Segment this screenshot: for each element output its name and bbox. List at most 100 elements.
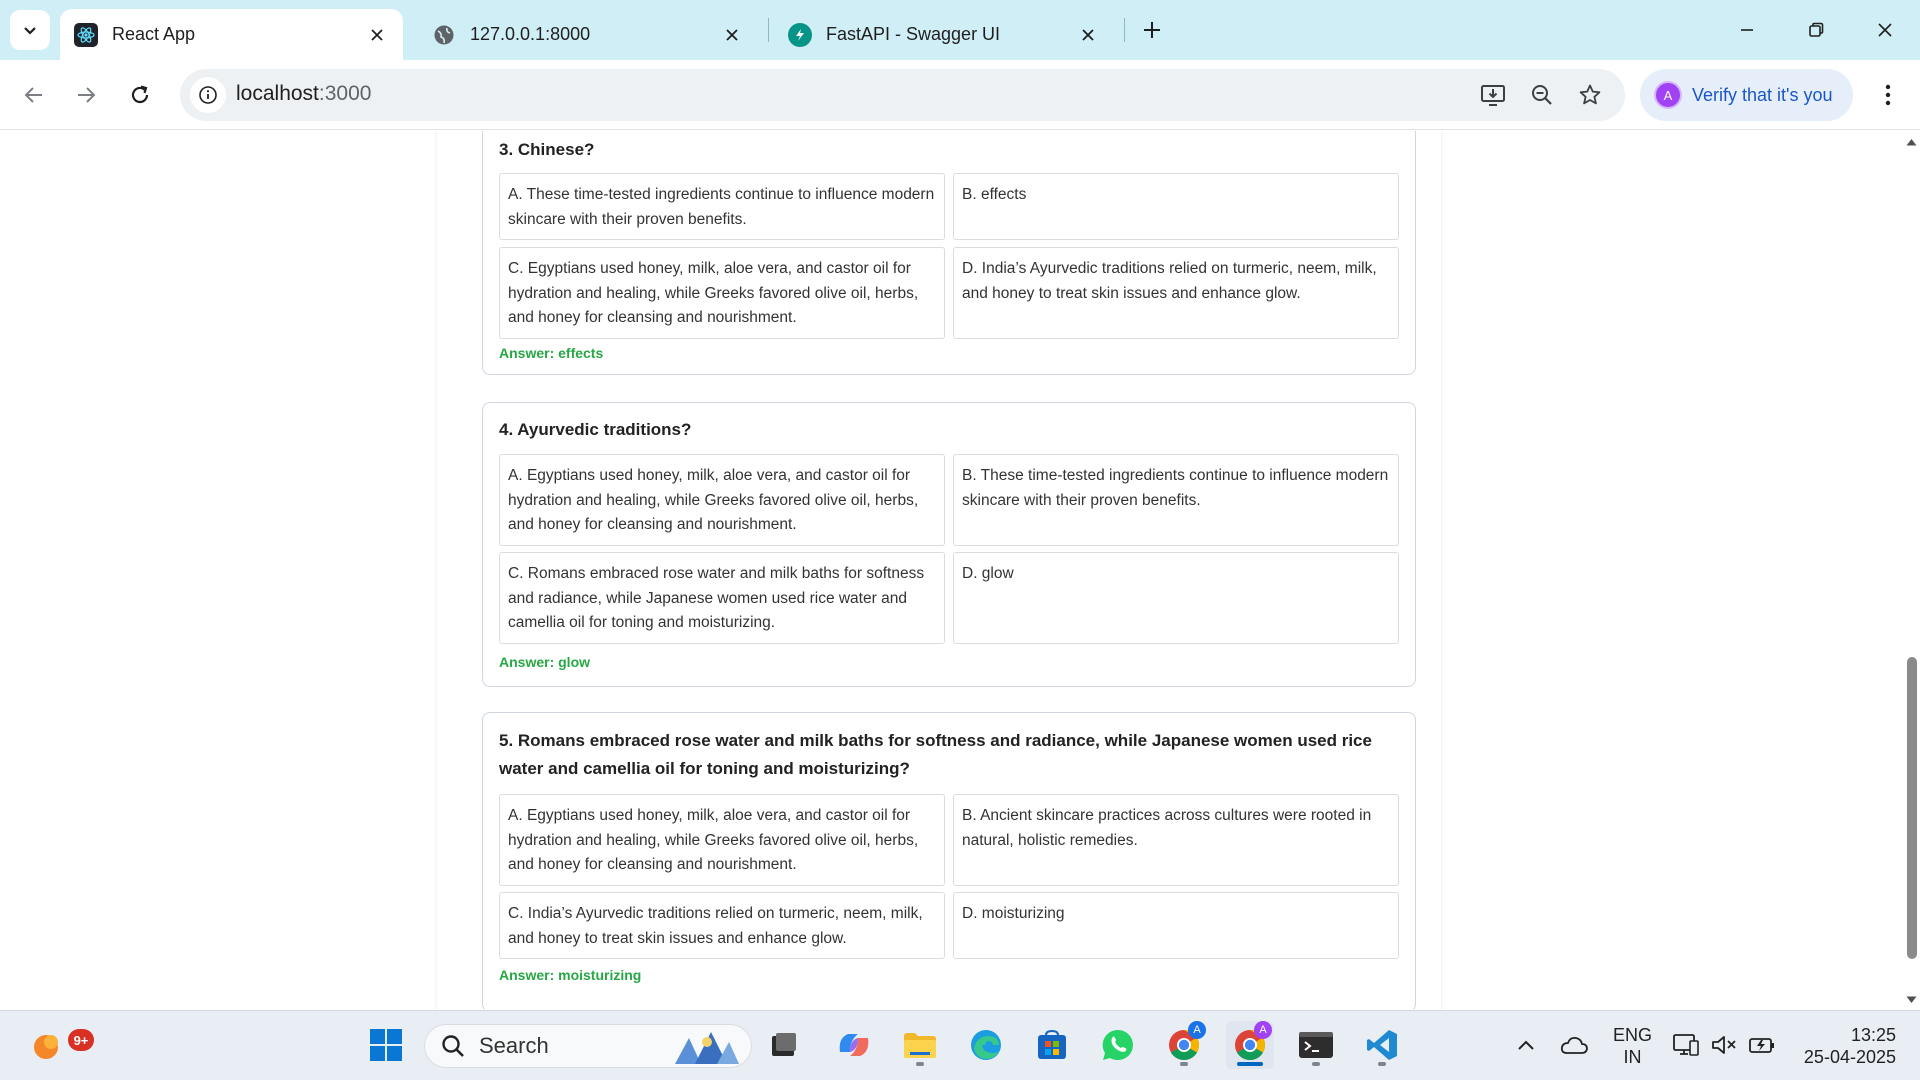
taskbar-copilot[interactable] <box>830 1021 878 1069</box>
option-d[interactable]: D. moisturizing <box>953 892 1399 959</box>
onedrive-button[interactable] <box>1550 1021 1598 1069</box>
clock[interactable]: 13:25 25-04-2025 <box>1790 1024 1896 1068</box>
more-vert-icon <box>1885 84 1891 106</box>
tab-search-button[interactable] <box>10 10 50 50</box>
restore-button[interactable] <box>1793 10 1839 50</box>
option-c[interactable]: C. India’s Ayurvedic traditions relied o… <box>499 892 945 959</box>
option-a[interactable]: A. Egyptians used honey, milk, aloe vera… <box>499 454 945 546</box>
close-icon <box>1878 23 1892 37</box>
globe-icon <box>432 23 456 47</box>
windows-taskbar: 9+ Search A A ENG IN 13:25 25-04-2025 <box>0 1010 1920 1080</box>
quiz-container: 3. Chinese? A. These time-tested ingredi… <box>437 131 1441 1009</box>
option-d[interactable]: D. glow <box>953 552 1399 644</box>
battery-button[interactable] <box>1738 1021 1786 1069</box>
bookmark-button[interactable] <box>1574 79 1606 111</box>
question-card: 4. Ayurvedic traditions? A. Egyptians us… <box>482 402 1416 687</box>
new-tab-button[interactable] <box>1136 12 1168 48</box>
tab-title: FastAPI - Swagger UI <box>826 24 1001 44</box>
option-b[interactable]: B. effects <box>953 173 1399 240</box>
question-title: 5. Romans embraced rose water and milk b… <box>499 731 1372 778</box>
zoom-out-icon <box>1532 85 1552 105</box>
taskbar-vscode[interactable] <box>1358 1021 1406 1069</box>
taskbar-edge[interactable] <box>962 1021 1010 1069</box>
store-icon <box>1038 1029 1066 1059</box>
back-button[interactable] <box>14 75 54 115</box>
scroll-up-icon[interactable] <box>1905 135 1918 148</box>
tab-separator <box>1124 18 1125 42</box>
option-b[interactable]: B. Ancient skincare practices across cul… <box>953 794 1399 886</box>
close-icon[interactable] <box>365 23 389 47</box>
question-title: 4. Ayurvedic traditions? <box>499 420 692 439</box>
tab-separator <box>768 18 769 42</box>
address-bar[interactable]: localhost:3000 <box>180 69 1625 121</box>
taskbar-chrome-active[interactable]: A <box>1226 1021 1274 1069</box>
site-info-button[interactable] <box>190 77 226 113</box>
taskbar-file-explorer[interactable] <box>896 1021 944 1069</box>
option-a[interactable]: A. These time-tested ingredients continu… <box>499 173 945 240</box>
close-icon[interactable] <box>1076 23 1100 47</box>
url-port: :3000 <box>318 82 372 105</box>
url-text[interactable]: localhost:3000 <box>236 82 371 106</box>
forward-button[interactable] <box>66 75 106 115</box>
verify-identity-button[interactable]: A Verify that it's you <box>1640 69 1853 121</box>
browser-toolbar: localhost:3000 A Verify that it's you <box>0 60 1920 130</box>
region-code: IN <box>1623 1047 1642 1067</box>
network-icon <box>1673 1034 1699 1056</box>
browser-menu-button[interactable] <box>1868 75 1908 115</box>
tab-react-app[interactable]: React App <box>60 9 403 60</box>
scroll-down-icon[interactable] <box>1905 993 1918 1006</box>
option-a[interactable]: A. Egyptians used honey, milk, aloe vera… <box>499 794 945 886</box>
running-indicator <box>1180 1062 1188 1066</box>
question-card: 5. Romans embraced rose water and milk b… <box>482 712 1416 1009</box>
windows-logo-icon <box>370 1029 402 1061</box>
restore-icon <box>1809 22 1824 37</box>
option-d[interactable]: D. India’s Ayurvedic traditions relied o… <box>953 247 1399 339</box>
arrow-left-icon <box>24 87 42 103</box>
reload-icon <box>131 85 149 104</box>
show-hidden-icons-button[interactable] <box>1502 1021 1550 1069</box>
page-scrollbar[interactable] <box>1903 131 1920 1009</box>
page-viewport: 3. Chinese? A. These time-tested ingredi… <box>0 131 1903 1009</box>
widgets-button[interactable]: 9+ <box>24 1021 94 1069</box>
start-button[interactable] <box>362 1021 410 1069</box>
search-label: Search <box>479 1033 549 1058</box>
taskbar-store[interactable] <box>1028 1021 1076 1069</box>
edge-icon <box>971 1030 1001 1060</box>
minimize-icon <box>1741 29 1753 31</box>
vscode-icon <box>1367 1030 1397 1060</box>
search-highlight-icon <box>675 1032 739 1064</box>
scrollbar-thumb[interactable] <box>1907 657 1917 959</box>
close-icon[interactable] <box>720 23 744 47</box>
taskbar-terminal[interactable] <box>1292 1021 1340 1069</box>
close-window-button[interactable] <box>1862 10 1908 50</box>
tab-localhost-8000[interactable]: 127.0.0.1:8000 <box>418 9 758 60</box>
tab-title: 127.0.0.1:8000 <box>470 24 591 44</box>
zoom-button[interactable] <box>1526 79 1558 111</box>
option-c[interactable]: C. Egyptians used honey, milk, aloe vera… <box>499 247 945 339</box>
tab-title: React App <box>112 24 196 44</box>
chevron-down-icon <box>24 27 36 35</box>
option-b[interactable]: B. These time-tested ingredients continu… <box>953 454 1399 546</box>
copilot-icon <box>839 1034 869 1056</box>
taskbar-whatsapp[interactable] <box>1094 1021 1142 1069</box>
taskbar-chrome[interactable]: A <box>1160 1021 1208 1069</box>
taskbar-task-view[interactable] <box>760 1021 808 1069</box>
folder-icon <box>904 1033 936 1058</box>
reload-button[interactable] <box>120 75 160 115</box>
option-c[interactable]: C. Romans embraced rose water and milk b… <box>499 552 945 644</box>
install-app-button[interactable] <box>1477 79 1509 111</box>
taskbar-search[interactable]: Search <box>424 1024 752 1068</box>
language-indicator[interactable]: ENG IN <box>1613 1024 1652 1068</box>
install-app-icon <box>1481 85 1505 106</box>
running-indicator <box>916 1062 924 1066</box>
profile-avatar: A <box>1654 81 1682 109</box>
terminal-icon <box>1299 1032 1333 1058</box>
plus-icon <box>1144 22 1160 38</box>
tab-swagger-ui[interactable]: FastAPI - Swagger UI <box>774 9 1114 60</box>
question-title: 3. Chinese? <box>499 140 595 159</box>
language-code: ENG <box>1613 1025 1653 1045</box>
info-icon <box>199 86 217 104</box>
url-host: localhost <box>236 82 319 105</box>
minimize-button[interactable] <box>1724 10 1770 50</box>
chrome-profile-badge: A <box>1188 1021 1206 1039</box>
